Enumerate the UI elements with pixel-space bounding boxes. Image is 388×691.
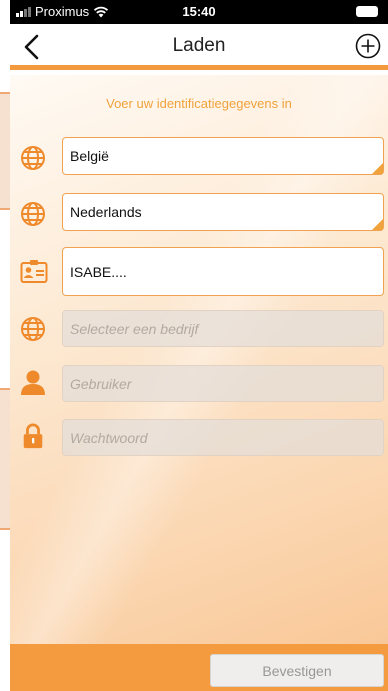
instruction-text: Voer uw identificatiegegevens in (106, 96, 292, 111)
user-icon (21, 370, 45, 395)
battery-icon (356, 6, 378, 17)
bottom-bar: Bevestigen (10, 644, 388, 691)
id-input[interactable]: ISABE.... (62, 247, 384, 296)
password-input[interactable]: Wachtwoord (62, 419, 384, 456)
globe-icon (21, 202, 45, 226)
app-screen: Proximus 15:40 Laden Voer uw identificat… (10, 0, 388, 691)
country-select[interactable]: België (62, 137, 384, 175)
confirm-button[interactable]: Bevestigen (210, 654, 384, 687)
country-value: België (70, 148, 109, 164)
status-bar: Proximus 15:40 (10, 0, 388, 24)
lock-icon (23, 423, 43, 449)
company-select[interactable]: Selecteer een bedrijf (62, 310, 384, 347)
language-value: Nederlands (70, 204, 142, 220)
navigation-bar: Laden (10, 24, 388, 70)
id-value: ISABE.... (70, 263, 127, 280)
country-row: België (10, 137, 388, 181)
plus-circle-icon[interactable] (354, 32, 382, 60)
globe-icon (21, 146, 45, 170)
login-form: Voer uw identificatiegegevens in België (10, 75, 388, 644)
globe-icon (21, 317, 45, 341)
status-time: 15:40 (182, 4, 216, 19)
company-row: Selecteer een bedrijf (10, 310, 388, 354)
password-placeholder: Wachtwoord (70, 429, 148, 446)
language-row: Nederlands (10, 193, 388, 237)
password-row: Wachtwoord (10, 419, 388, 463)
user-row: Gebruiker (10, 365, 388, 409)
id-card-icon (20, 260, 48, 283)
username-input[interactable]: Gebruiker (62, 365, 384, 402)
username-placeholder: Gebruiker (70, 375, 132, 392)
page-title: Laden (172, 35, 226, 56)
company-placeholder: Selecteer een bedrijf (70, 320, 199, 337)
language-select[interactable]: Nederlands (62, 193, 384, 231)
id-row: ISABE.... (10, 247, 388, 297)
